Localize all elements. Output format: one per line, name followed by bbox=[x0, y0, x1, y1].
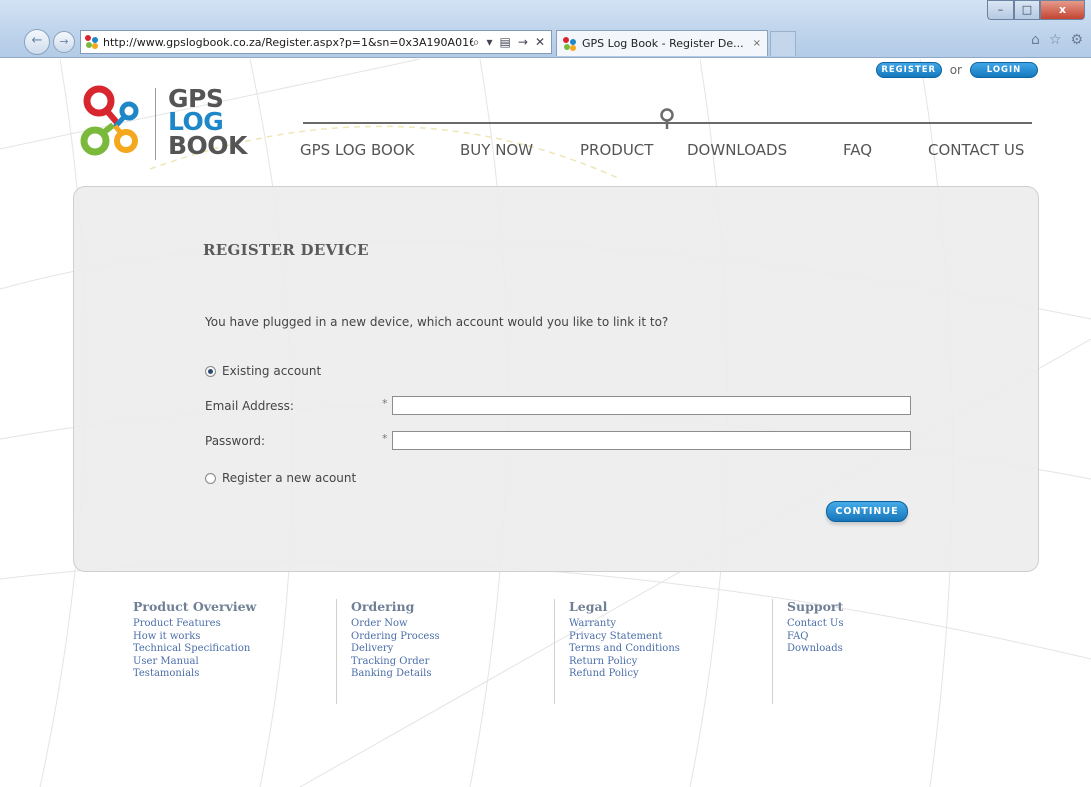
tab-close-icon[interactable]: × bbox=[753, 38, 767, 49]
site-footer: Product Overview Product Features How it… bbox=[133, 599, 933, 704]
back-arrow-icon: ← bbox=[31, 33, 43, 48]
close-window-button[interactable]: x bbox=[1040, 0, 1085, 20]
footer-link-order-now[interactable]: Order Now bbox=[351, 618, 551, 631]
register-button[interactable]: REGISTER bbox=[875, 62, 942, 78]
address-bar[interactable]: http://www.gpslogbook.co.za/Register.asp… bbox=[80, 30, 552, 54]
existing-account-radio[interactable] bbox=[205, 365, 216, 377]
link-account-question: You have plugged in a new device, which … bbox=[205, 315, 669, 329]
footer-divider bbox=[336, 599, 337, 704]
footer-link-tracking-order[interactable]: Tracking Order bbox=[351, 656, 551, 669]
footer-link-how-it-works[interactable]: How it works bbox=[133, 631, 333, 644]
footer-link-return-policy[interactable]: Return Policy bbox=[569, 656, 769, 669]
nav-contact-us[interactable]: CONTACT US bbox=[928, 141, 1024, 159]
search-icon[interactable]: ⌕ bbox=[473, 35, 480, 50]
footer-heading: Legal bbox=[569, 599, 608, 614]
gear-icon[interactable]: ⚙ bbox=[1070, 32, 1083, 48]
maximize-button[interactable]: □ bbox=[1014, 0, 1040, 20]
register-device-panel: REGISTER DEVICE You have plugged in a ne… bbox=[73, 186, 1039, 572]
footer-link-user-manual[interactable]: User Manual bbox=[133, 656, 333, 669]
footer-link-testamonials[interactable]: Testamonials bbox=[133, 668, 333, 681]
new-tab-button[interactable] bbox=[770, 31, 796, 56]
nav-product[interactable]: PRODUCT bbox=[580, 141, 653, 159]
footer-link-product-features[interactable]: Product Features bbox=[133, 618, 333, 631]
browser-chrome: ← → http://www.gpslogbook.co.za/Register… bbox=[0, 0, 1091, 58]
password-required-marker: * bbox=[382, 432, 388, 445]
footer-link-terms-and-conditions[interactable]: Terms and Conditions bbox=[569, 643, 769, 656]
footer-link-contact-us[interactable]: Contact Us bbox=[787, 618, 987, 631]
nav-gps-log-book[interactable]: GPS LOG BOOK bbox=[300, 141, 414, 159]
address-url[interactable]: http://www.gpslogbook.co.za/Register.asp… bbox=[99, 36, 473, 49]
email-required-marker: * bbox=[382, 397, 388, 410]
dropdown-icon[interactable]: ▾ bbox=[487, 35, 493, 50]
minimize-button[interactable]: – bbox=[987, 0, 1014, 20]
main-nav: GPS LOG BOOK BUY NOW PRODUCT DOWNLOADS F… bbox=[299, 141, 1039, 163]
new-account-label: Register a new acount bbox=[222, 471, 357, 485]
existing-account-option[interactable]: Existing account bbox=[205, 364, 321, 378]
continue-button[interactable]: CONTINUE bbox=[826, 501, 908, 522]
gps-logbook-logo-icon[interactable] bbox=[79, 81, 159, 167]
footer-link-refund-policy[interactable]: Refund Policy bbox=[569, 668, 769, 681]
login-button[interactable]: LOGIN bbox=[970, 62, 1038, 78]
footer-divider bbox=[772, 599, 773, 704]
password-label: Password: bbox=[205, 434, 266, 448]
password-field[interactable] bbox=[392, 431, 911, 450]
footer-link-privacy-statement[interactable]: Privacy Statement bbox=[569, 631, 769, 644]
back-button[interactable]: ← bbox=[24, 29, 50, 55]
home-icon[interactable]: ⌂ bbox=[1031, 32, 1040, 48]
compatibility-icon[interactable]: ▤ bbox=[500, 35, 511, 50]
web-page: REGISTER or LOGIN GPS LOG BOOK GPS LOG B… bbox=[0, 59, 1091, 787]
footer-heading: Ordering bbox=[351, 599, 415, 614]
email-label: Email Address: bbox=[205, 399, 294, 413]
footer-heading: Support bbox=[787, 599, 844, 614]
footer-link-technical-specification[interactable]: Technical Specification bbox=[133, 643, 333, 656]
footer-link-ordering-process[interactable]: Ordering Process bbox=[351, 631, 551, 644]
go-icon[interactable]: → bbox=[518, 35, 528, 50]
footer-heading: Product Overview bbox=[133, 599, 257, 614]
footer-link-faq[interactable]: FAQ bbox=[787, 631, 987, 644]
existing-account-label: Existing account bbox=[222, 364, 322, 378]
stop-icon[interactable]: ✕ bbox=[535, 35, 545, 50]
nav-downloads[interactable]: DOWNLOADS bbox=[687, 141, 787, 159]
forward-button[interactable]: → bbox=[53, 31, 75, 53]
toolbar-icons: ⌂ ☆ ⚙ bbox=[1031, 32, 1083, 48]
footer-divider bbox=[554, 599, 555, 704]
nav-buy-now[interactable]: BUY NOW bbox=[460, 141, 533, 159]
logo-text-book: BOOK bbox=[168, 131, 247, 160]
email-field[interactable] bbox=[392, 396, 911, 415]
tab-title: GPS Log Book - Register De... bbox=[582, 37, 744, 50]
or-text: or bbox=[949, 63, 962, 77]
account-bar: REGISTER or LOGIN bbox=[875, 62, 1038, 78]
footer-link-delivery[interactable]: Delivery bbox=[351, 643, 551, 656]
address-bar-tools: ⌕ ▾ ▤ → ✕ bbox=[473, 35, 551, 50]
star-icon[interactable]: ☆ bbox=[1049, 32, 1062, 48]
footer-col-legal: Legal Warranty Privacy Statement Terms a… bbox=[569, 599, 769, 704]
page-title: REGISTER DEVICE bbox=[203, 241, 369, 259]
forward-arrow-icon: → bbox=[59, 35, 69, 48]
footer-col-ordering: Ordering Order Now Ordering Process Deli… bbox=[351, 599, 551, 704]
map-pin-icon bbox=[660, 108, 674, 129]
tab-favicon-icon bbox=[563, 36, 577, 51]
footer-col-product-overview: Product Overview Product Features How it… bbox=[133, 599, 333, 704]
footer-link-banking-details[interactable]: Banking Details bbox=[351, 668, 551, 681]
nav-faq[interactable]: FAQ bbox=[843, 141, 872, 159]
window-controls: – □ x bbox=[987, 0, 1085, 20]
footer-link-warranty[interactable]: Warranty bbox=[569, 618, 769, 631]
site-favicon-icon bbox=[85, 35, 99, 49]
new-account-radio[interactable] bbox=[205, 472, 216, 484]
footer-link-downloads[interactable]: Downloads bbox=[787, 643, 987, 656]
footer-col-support: Support Contact Us FAQ Downloads bbox=[787, 599, 987, 704]
logo-separator bbox=[155, 88, 156, 160]
new-account-option[interactable]: Register a new acount bbox=[205, 471, 356, 485]
browser-tab[interactable]: GPS Log Book - Register De... × bbox=[556, 30, 768, 56]
